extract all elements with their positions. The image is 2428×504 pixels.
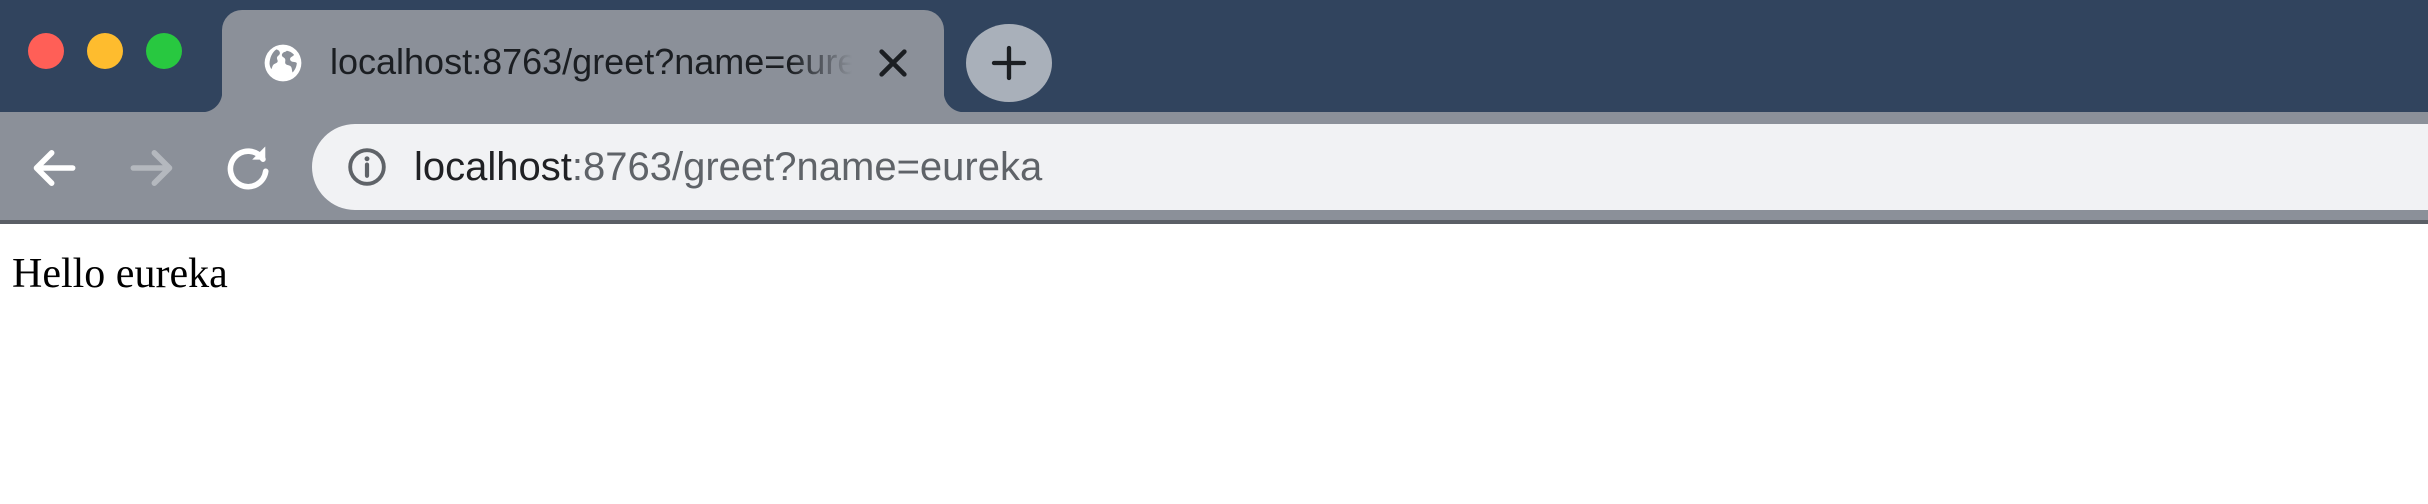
- close-window-button[interactable]: [28, 33, 64, 69]
- minimize-window-button[interactable]: [87, 33, 123, 69]
- address-bar[interactable]: localhost:8763/greet?name=eureka: [312, 124, 2428, 210]
- arrow-right-icon[interactable]: [124, 140, 180, 196]
- url-text[interactable]: localhost:8763/greet?name=eureka: [414, 141, 1042, 193]
- url-host: localhost: [414, 145, 572, 189]
- reload-icon[interactable]: [220, 140, 276, 196]
- arrow-left-icon[interactable]: [26, 140, 82, 196]
- plus-icon: [991, 45, 1027, 81]
- tab-title: localhost:8763/greet?name=eureka: [330, 41, 852, 82]
- browser-window: localhost:8763/greet?name=eureka localho…: [0, 0, 2428, 504]
- page-content: Hello eureka: [0, 224, 2428, 504]
- greeting-text: Hello eureka: [12, 251, 228, 297]
- tab-title-container: localhost:8763/greet?name=eureka: [330, 30, 852, 94]
- url-path: :8763/greet?name=eureka: [571, 145, 1043, 189]
- globe-icon: [264, 44, 302, 82]
- new-tab-button[interactable]: [966, 24, 1052, 102]
- info-icon[interactable]: [346, 146, 388, 188]
- close-icon[interactable]: [872, 42, 914, 84]
- maximize-window-button[interactable]: [146, 33, 182, 69]
- tab-active[interactable]: localhost:8763/greet?name=eureka: [202, 10, 964, 112]
- tab-strip: localhost:8763/greet?name=eureka: [0, 0, 2428, 112]
